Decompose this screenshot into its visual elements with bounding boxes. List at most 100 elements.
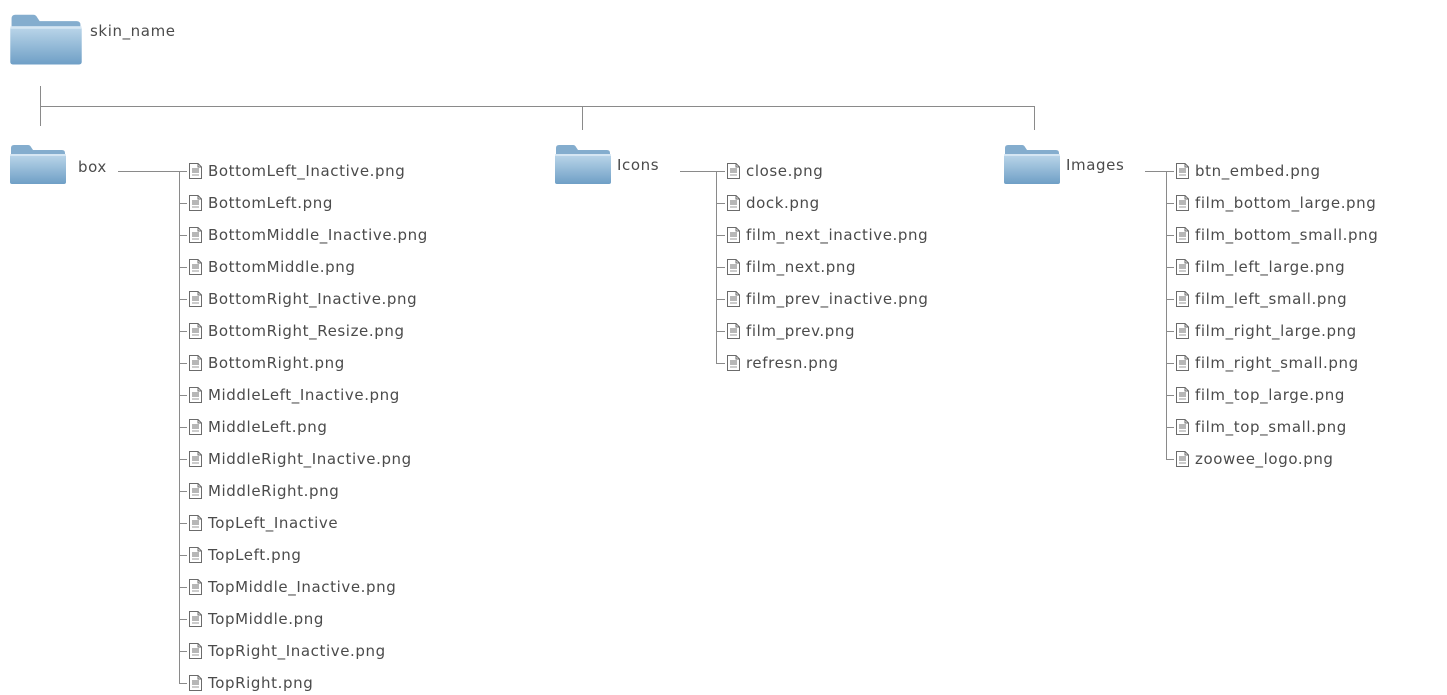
file-name: BottomRight_Resize.png xyxy=(208,322,405,340)
file-tick-line xyxy=(179,523,187,524)
file-tick-line xyxy=(1166,427,1174,428)
file-tick-line xyxy=(179,427,187,428)
images-branch-line xyxy=(1166,171,1167,460)
icons-connector-line xyxy=(680,171,716,172)
file-name: MiddleLeft_Inactive.png xyxy=(208,386,400,404)
png-file-icon xyxy=(1176,323,1189,339)
file-name: MiddleRight.png xyxy=(208,482,340,500)
png-file-icon xyxy=(189,387,202,403)
file-tick-line xyxy=(179,171,187,172)
file-tick-line xyxy=(1166,331,1174,332)
file-name: TopRight_Inactive.png xyxy=(208,642,386,660)
file-tick-line xyxy=(179,395,187,396)
file-tick-line xyxy=(179,459,187,460)
file-tick-line xyxy=(716,331,725,332)
png-file-icon xyxy=(189,195,202,211)
file-name: film_next_inactive.png xyxy=(746,226,929,244)
file-tick-line xyxy=(179,331,187,332)
png-file-icon xyxy=(1176,163,1189,179)
file-name: TopLeft.png xyxy=(208,546,302,564)
icons-folder-label: Icons xyxy=(617,156,660,174)
png-file-icon xyxy=(189,611,202,627)
file-name: BottomRight_Inactive.png xyxy=(208,290,418,308)
file-tick-line xyxy=(1166,267,1174,268)
file-name: refresn.png xyxy=(746,354,839,372)
png-file-icon xyxy=(1176,419,1189,435)
root-folder-icon xyxy=(9,10,83,68)
file-tick-line xyxy=(179,267,187,268)
file-name: BottomMiddle_Inactive.png xyxy=(208,226,428,244)
png-file-icon xyxy=(727,195,740,211)
png-file-icon xyxy=(189,643,202,659)
file-name: MiddleLeft.png xyxy=(208,418,328,436)
file-name: film_bottom_large.png xyxy=(1195,194,1377,212)
png-file-icon xyxy=(727,323,740,339)
file-tick-line xyxy=(179,299,187,300)
png-file-icon xyxy=(727,259,740,275)
file-tick-line xyxy=(1166,395,1174,396)
folder-tree-diagram: skin_name box BottomLeft_Inactive.png Bott… xyxy=(0,0,1447,692)
file-tick-line xyxy=(179,491,187,492)
file-tick-line xyxy=(179,651,187,652)
png-file-icon xyxy=(189,419,202,435)
file-tick-line xyxy=(716,299,725,300)
file-tick-line xyxy=(1166,299,1174,300)
png-file-icon xyxy=(189,579,202,595)
file-tick-line xyxy=(179,203,187,204)
file-name: btn_embed.png xyxy=(1195,162,1321,180)
file-name: TopLeft_Inactive xyxy=(208,514,339,532)
file-tick-line xyxy=(179,235,187,236)
file-tick-line xyxy=(1166,235,1174,236)
file-name: film_top_large.png xyxy=(1195,386,1345,404)
file-name: MiddleRight_Inactive.png xyxy=(208,450,412,468)
box-connector-line xyxy=(118,171,179,172)
file-name: zoowee_logo.png xyxy=(1195,450,1334,468)
file-tick-line xyxy=(716,203,725,204)
file-name: film_left_small.png xyxy=(1195,290,1348,308)
png-file-icon xyxy=(189,547,202,563)
png-file-icon xyxy=(1176,355,1189,371)
png-file-icon xyxy=(189,323,202,339)
file-tick-line xyxy=(1166,171,1174,172)
root-folder-label: skin_name xyxy=(90,22,176,40)
png-file-icon xyxy=(189,515,202,531)
file-tick-line xyxy=(179,683,187,684)
file-name: film_top_small.png xyxy=(1195,418,1347,436)
file-tick-line xyxy=(716,171,725,172)
file-name: film_right_small.png xyxy=(1195,354,1359,372)
file-name: BottomRight.png xyxy=(208,354,345,372)
file-name: film_left_large.png xyxy=(1195,258,1346,276)
box-folder-label: box xyxy=(78,158,107,176)
file-name: close.png xyxy=(746,162,824,180)
png-file-icon xyxy=(189,163,202,179)
png-file-icon xyxy=(189,451,202,467)
root-branch-line xyxy=(40,106,1035,107)
file-tick-line xyxy=(1166,363,1174,364)
png-file-icon xyxy=(189,291,202,307)
file-name: film_prev_inactive.png xyxy=(746,290,929,308)
file-tick-line xyxy=(716,267,725,268)
file-name: TopMiddle.png xyxy=(208,610,324,628)
png-file-icon xyxy=(189,259,202,275)
png-file-icon xyxy=(1176,227,1189,243)
images-connector-line xyxy=(1145,171,1166,172)
file-tick-line xyxy=(1166,203,1174,204)
file-tick-line xyxy=(179,587,187,588)
file-tick-line xyxy=(179,619,187,620)
png-file-icon xyxy=(727,227,740,243)
png-file-icon xyxy=(189,483,202,499)
png-file-icon xyxy=(1176,451,1189,467)
file-name: film_prev.png xyxy=(746,322,856,340)
images-folder-label: Images xyxy=(1066,156,1125,174)
png-file-icon xyxy=(1176,195,1189,211)
box-folder-icon xyxy=(9,142,67,186)
file-tick-line xyxy=(179,555,187,556)
icons-drop-line xyxy=(582,106,583,130)
file-tick-line xyxy=(179,363,187,364)
file-tick-line xyxy=(716,235,725,236)
images-drop-line xyxy=(1034,106,1035,130)
png-file-icon xyxy=(1176,259,1189,275)
png-file-icon xyxy=(1176,291,1189,307)
icons-folder-icon xyxy=(554,142,612,186)
png-file-icon xyxy=(189,675,202,691)
